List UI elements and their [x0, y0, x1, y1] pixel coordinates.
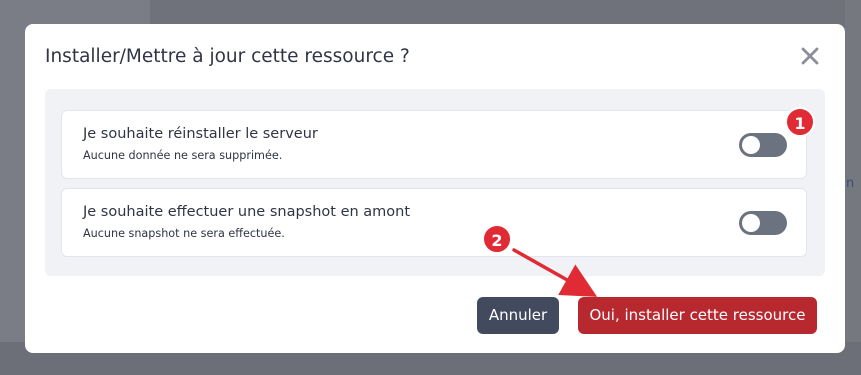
- option-snapshot: Je souhaite effectuer une snapshot en am…: [61, 188, 807, 257]
- option-title: Je souhaite effectuer une snapshot en am…: [83, 204, 411, 220]
- install-dialog: Installer/Mettre à jour cette ressource …: [25, 24, 845, 353]
- option-subtitle: Aucune snapshot ne sera effectuée.: [83, 227, 285, 240]
- toggle-knob: [742, 214, 760, 232]
- option-reinstall-server: Je souhaite réinstaller le serveur Aucun…: [61, 110, 807, 179]
- dialog-title: Installer/Mettre à jour cette ressource …: [45, 46, 410, 67]
- confirm-install-button[interactable]: Oui, installer cette ressource: [578, 297, 817, 334]
- close-icon: [801, 47, 819, 65]
- option-subtitle: Aucune donnée ne sera supprimée.: [83, 149, 283, 162]
- cancel-button[interactable]: Annuler: [477, 297, 559, 334]
- background-fragment: n: [846, 176, 855, 191]
- close-button[interactable]: [798, 44, 822, 68]
- step-badge-1: 1: [785, 107, 815, 137]
- options-panel: Je souhaite réinstaller le serveur Aucun…: [45, 89, 825, 276]
- step-badge-2: 2: [482, 224, 512, 254]
- reinstall-toggle[interactable]: [739, 133, 787, 157]
- option-title: Je souhaite réinstaller le serveur: [83, 126, 318, 142]
- snapshot-toggle[interactable]: [739, 211, 787, 235]
- toggle-knob: [742, 136, 760, 154]
